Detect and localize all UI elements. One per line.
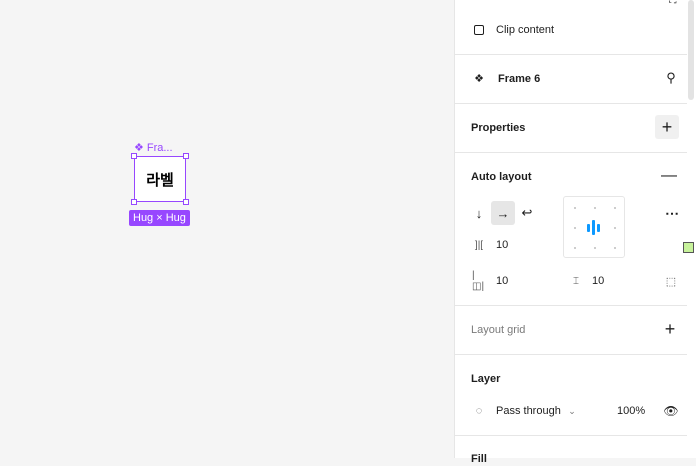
vertical-padding-icon: ⌶ bbox=[573, 275, 579, 287]
component-section: ❖ Frame 6 ⚲ bbox=[455, 55, 687, 104]
align-dot[interactable] bbox=[614, 207, 616, 209]
color-swatch[interactable] bbox=[683, 242, 694, 253]
properties-title: Properties bbox=[471, 122, 526, 134]
fill-section: Fill bbox=[455, 436, 687, 466]
fullscreen-icon[interactable]: ⛶ bbox=[667, 0, 679, 6]
layer-title: Layer bbox=[471, 373, 501, 385]
resize-handle-bottom-right[interactable] bbox=[183, 199, 189, 205]
layout-grid-title: Layout grid bbox=[471, 324, 526, 336]
chevron-down-icon[interactable]: ⌄ bbox=[567, 405, 577, 417]
blend-mode-icon: ◌ bbox=[475, 405, 483, 417]
horizontal-padding-icon: |◫| bbox=[472, 270, 485, 292]
frame-name[interactable]: Frame 6 bbox=[498, 73, 540, 85]
independent-padding-icon[interactable]: ⬚ bbox=[664, 274, 678, 288]
add-layout-grid-button[interactable]: + bbox=[661, 319, 679, 339]
frame-label-text: Fra... bbox=[146, 141, 173, 154]
layer-section: Layer ◌ Pass through ⌄ 100% 👁 bbox=[455, 355, 687, 436]
wrap-direction-button[interactable]: ↩ bbox=[515, 201, 539, 225]
gap-value[interactable]: 10 bbox=[496, 239, 508, 251]
opacity-value[interactable]: 100% bbox=[617, 405, 645, 417]
layout-grid-section: Layout grid + bbox=[455, 306, 687, 355]
blend-mode-value[interactable]: Pass through bbox=[496, 405, 561, 417]
align-center-bar bbox=[587, 224, 590, 232]
horizontal-padding-value[interactable]: 10 bbox=[496, 275, 508, 287]
selected-frame[interactable]: 라벨 bbox=[134, 156, 186, 202]
visibility-eye-icon[interactable]: 👁 bbox=[663, 404, 679, 418]
vertical-padding-value[interactable]: 10 bbox=[592, 275, 604, 287]
auto-layout-title: Auto layout bbox=[471, 171, 532, 183]
remove-auto-layout-button[interactable]: — bbox=[661, 167, 677, 184]
resize-handle-top-right[interactable] bbox=[183, 153, 189, 159]
clip-content-checkbox[interactable] bbox=[474, 25, 484, 35]
resize-handle-bottom-left[interactable] bbox=[131, 199, 137, 205]
component-icon: ❖ bbox=[474, 72, 484, 85]
frame-name-label[interactable]: ❖ Fra... bbox=[134, 141, 173, 155]
alignment-picker[interactable] bbox=[563, 196, 625, 258]
frame-text[interactable]: 라벨 bbox=[146, 169, 174, 190]
align-dot[interactable] bbox=[614, 227, 616, 229]
align-dot[interactable] bbox=[574, 247, 576, 249]
align-dot[interactable] bbox=[574, 207, 576, 209]
resize-handle-top-left[interactable] bbox=[131, 153, 137, 159]
gap-icon: ]|[ bbox=[474, 239, 484, 251]
frame-settings-section: ⛶ Clip content bbox=[455, 0, 687, 55]
align-center-bar bbox=[597, 224, 600, 232]
horizontal-direction-button[interactable]: → bbox=[491, 201, 515, 225]
fill-title: Fill bbox=[471, 453, 487, 465]
properties-panel: ⛶ Clip content ❖ Frame 6 ⚲ Properties + … bbox=[454, 0, 687, 465]
size-badge: Hug × Hug bbox=[129, 210, 190, 226]
align-dot[interactable] bbox=[614, 247, 616, 249]
align-center-bar bbox=[592, 220, 595, 235]
component-settings-icon[interactable]: ⚲ bbox=[663, 70, 679, 86]
scrollbar-thumb[interactable] bbox=[688, 0, 694, 100]
align-dot[interactable] bbox=[594, 247, 596, 249]
more-options-icon[interactable]: ⋯ bbox=[663, 205, 681, 221]
add-property-button[interactable]: + bbox=[655, 115, 679, 139]
align-dot[interactable] bbox=[594, 207, 596, 209]
properties-section: Properties + bbox=[455, 104, 687, 153]
clip-content-label: Clip content bbox=[496, 24, 555, 36]
align-dot[interactable] bbox=[574, 227, 576, 229]
canvas[interactable]: ❖ Fra... 라벨 Hug × Hug bbox=[0, 0, 454, 458]
vertical-direction-button[interactable]: ↓ bbox=[467, 201, 491, 225]
